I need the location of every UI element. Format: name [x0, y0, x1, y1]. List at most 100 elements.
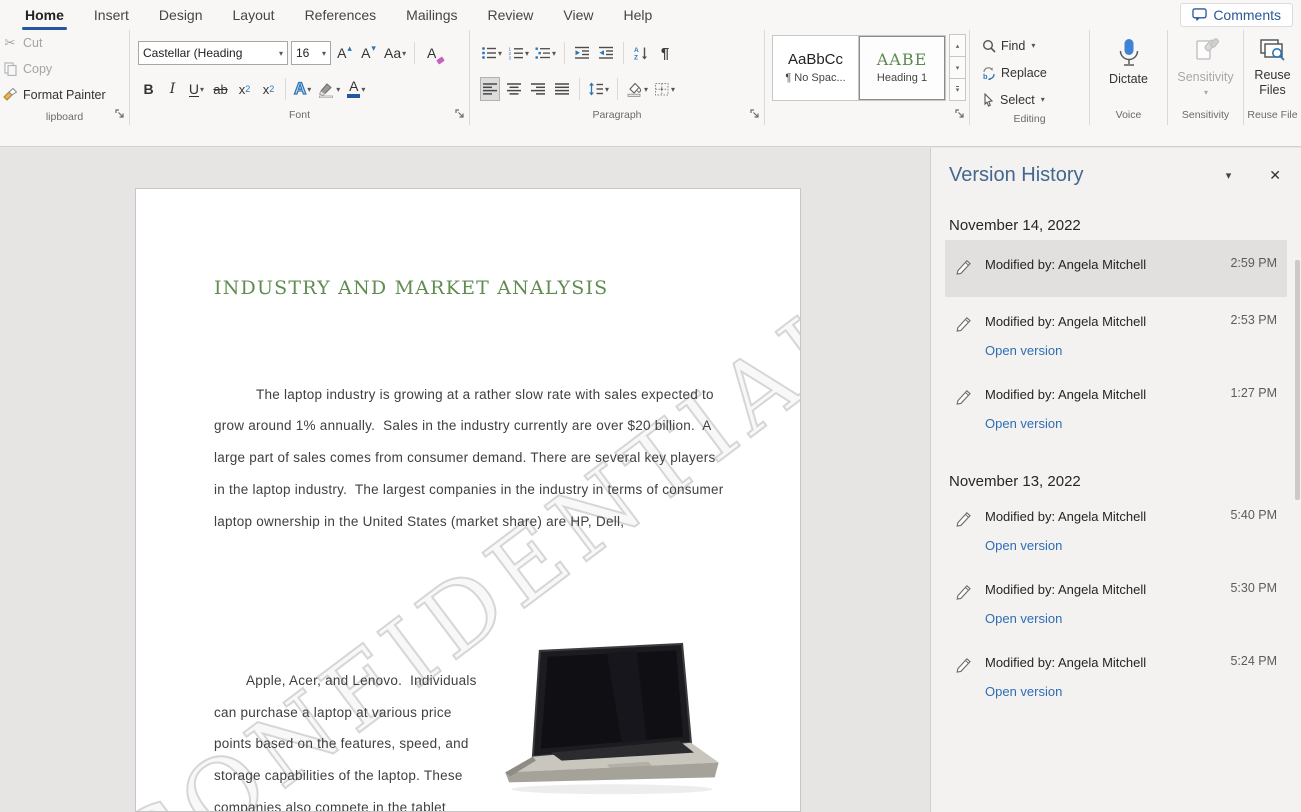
font-size-combobox[interactable]: 16 ▾	[291, 41, 331, 65]
document-page[interactable]: CONFIDENTIAL INDUSTRY AND MARKET ANALYSI…	[135, 188, 801, 812]
multilevel-list-button[interactable]: ▾	[534, 41, 557, 65]
decrease-indent-icon	[574, 46, 590, 60]
tab-design[interactable]: Design	[144, 2, 218, 30]
panel-options-chevron-icon[interactable]: ▾	[1226, 169, 1232, 182]
styles-scroll-up-button[interactable]: ▴	[949, 34, 966, 57]
clipboard-dialog-launcher-icon[interactable]	[115, 109, 125, 122]
align-right-icon	[530, 82, 546, 96]
open-version-link[interactable]: Open version	[985, 611, 1230, 626]
svg-text:3: 3	[509, 55, 512, 60]
eraser-icon	[436, 56, 445, 64]
panel-title: Version History	[949, 164, 1226, 187]
align-center-button[interactable]	[504, 77, 524, 101]
document-workspace[interactable]: CONFIDENTIAL INDUSTRY AND MARKET ANALYSI…	[0, 148, 930, 812]
decrease-indent-button[interactable]	[572, 41, 592, 65]
line-spacing-icon	[588, 82, 604, 96]
styles-more-button[interactable]: ▾	[949, 78, 966, 101]
align-right-button[interactable]	[528, 77, 548, 101]
change-case-button[interactable]: Aa▾	[382, 41, 408, 65]
laptop-photo	[488, 641, 726, 809]
document-body[interactable]: The laptop industry is growing at a rath…	[214, 315, 726, 812]
justify-button[interactable]	[552, 77, 572, 101]
chevron-down-icon: ▾	[402, 49, 406, 58]
dictate-label: Dictate	[1109, 72, 1148, 86]
font-name-combobox[interactable]: Castellar (Heading ▾	[138, 41, 288, 65]
tab-layout[interactable]: Layout	[218, 2, 290, 30]
reuse-files-label-line1: Reuse	[1254, 68, 1290, 83]
version-time: 5:40 PM	[1230, 508, 1277, 522]
tab-help[interactable]: Help	[609, 2, 668, 30]
tab-review[interactable]: Review	[473, 2, 549, 30]
version-modified-by: Modified by: Angela Mitchell	[985, 257, 1146, 272]
text-effects-button[interactable]: A▾	[292, 77, 313, 101]
panel-close-icon[interactable]: ✕	[1269, 167, 1281, 184]
open-version-link[interactable]: Open version	[985, 343, 1230, 358]
open-version-link[interactable]: Open version	[985, 538, 1230, 553]
font-color-button[interactable]: A ▾	[345, 77, 367, 101]
chevron-down-icon: ▾	[361, 85, 365, 94]
copy-button[interactable]: Copy	[0, 56, 129, 82]
show-formatting-marks-button[interactable]: ¶	[655, 41, 675, 65]
numbering-button[interactable]: 123 ▾	[507, 41, 530, 65]
strikethrough-button[interactable]: ab	[210, 77, 231, 101]
version-entry[interactable]: Modified by: Angela Mitchell Open versio…	[945, 374, 1287, 443]
version-entry[interactable]: Modified by: Angela Mitchell 2:59 PM	[945, 240, 1287, 297]
version-modified-by: Modified by: Angela Mitchell	[985, 314, 1146, 329]
version-entry[interactable]: Modified by: Angela Mitchell Open versio…	[945, 301, 1287, 370]
comments-button[interactable]: Comments	[1180, 3, 1293, 27]
style-no-spacing[interactable]: AaBbCc ¶ No Spac...	[773, 36, 859, 100]
tab-references[interactable]: References	[290, 2, 392, 30]
superscript-button[interactable]: x2	[258, 77, 279, 101]
underline-button[interactable]: U▾	[186, 77, 207, 101]
dictate-button[interactable]: Dictate	[1090, 30, 1167, 104]
borders-icon	[654, 82, 670, 97]
align-left-button[interactable]	[480, 77, 500, 101]
bold-button[interactable]: B	[138, 77, 159, 101]
find-button[interactable]: Find ▾	[970, 32, 1089, 59]
borders-button[interactable]: ▾	[653, 77, 676, 101]
copy-label: Copy	[23, 62, 52, 76]
document-heading: INDUSTRY AND MARKET ANALYSIS	[214, 277, 608, 299]
format-painter-button[interactable]: Format Painter	[0, 82, 129, 108]
tab-mailings[interactable]: Mailings	[391, 2, 472, 30]
open-version-link[interactable]: Open version	[985, 684, 1230, 699]
sort-button[interactable]: AZ	[631, 41, 651, 65]
bullets-button[interactable]: ▾	[480, 41, 503, 65]
open-version-link[interactable]: Open version	[985, 416, 1230, 431]
version-entry[interactable]: Modified by: Angela Mitchell Open versio…	[945, 496, 1287, 565]
styles-dialog-launcher-icon[interactable]	[955, 109, 965, 122]
scissors-icon: ✂	[2, 35, 18, 51]
tab-home[interactable]: Home	[10, 2, 79, 30]
subscript-button[interactable]: x2	[234, 77, 255, 101]
paragraph-text: The laptop industry is growing at a rath…	[214, 379, 726, 538]
style-heading-1[interactable]: AABE Heading 1	[859, 36, 945, 100]
pencil-icon	[955, 256, 985, 281]
clear-formatting-button[interactable]: A	[421, 41, 442, 65]
select-button[interactable]: Select ▾	[970, 86, 1089, 113]
tab-view[interactable]: View	[548, 2, 608, 30]
highlight-color-button[interactable]: ▾	[316, 77, 342, 101]
version-date-header: November 13, 2022	[949, 473, 1283, 490]
reuse-files-button[interactable]: Reuse Files	[1244, 30, 1301, 104]
grow-font-button[interactable]: A▴	[334, 41, 355, 65]
increase-indent-button[interactable]	[596, 41, 616, 65]
italic-button[interactable]: I	[162, 77, 183, 101]
sensitivity-button[interactable]: Sensitivity ▾	[1168, 30, 1243, 104]
pencil-icon	[955, 386, 985, 411]
paragraph-dialog-launcher-icon[interactable]	[750, 109, 760, 122]
font-dialog-launcher-icon[interactable]	[455, 109, 465, 122]
shading-button[interactable]: ▾	[625, 77, 649, 101]
cut-button[interactable]: ✂ Cut	[0, 30, 129, 56]
panel-scrollbar[interactable]	[1295, 260, 1300, 500]
version-history-panel: Version History ▾ ✕ November 14, 2022 Mo…	[930, 148, 1301, 812]
svg-text:Z: Z	[634, 55, 638, 61]
svg-text:A: A	[634, 47, 639, 54]
line-spacing-button[interactable]: ▾	[587, 77, 610, 101]
pencil-icon	[955, 654, 985, 679]
tab-insert[interactable]: Insert	[79, 2, 144, 30]
styles-scroll-down-button[interactable]: ▾	[949, 56, 966, 79]
shrink-font-button[interactable]: A▾	[358, 41, 379, 65]
replace-button[interactable]: b Replace	[970, 59, 1089, 86]
version-entry[interactable]: Modified by: Angela Mitchell Open versio…	[945, 569, 1287, 638]
version-entry[interactable]: Modified by: Angela Mitchell Open versio…	[945, 642, 1287, 711]
